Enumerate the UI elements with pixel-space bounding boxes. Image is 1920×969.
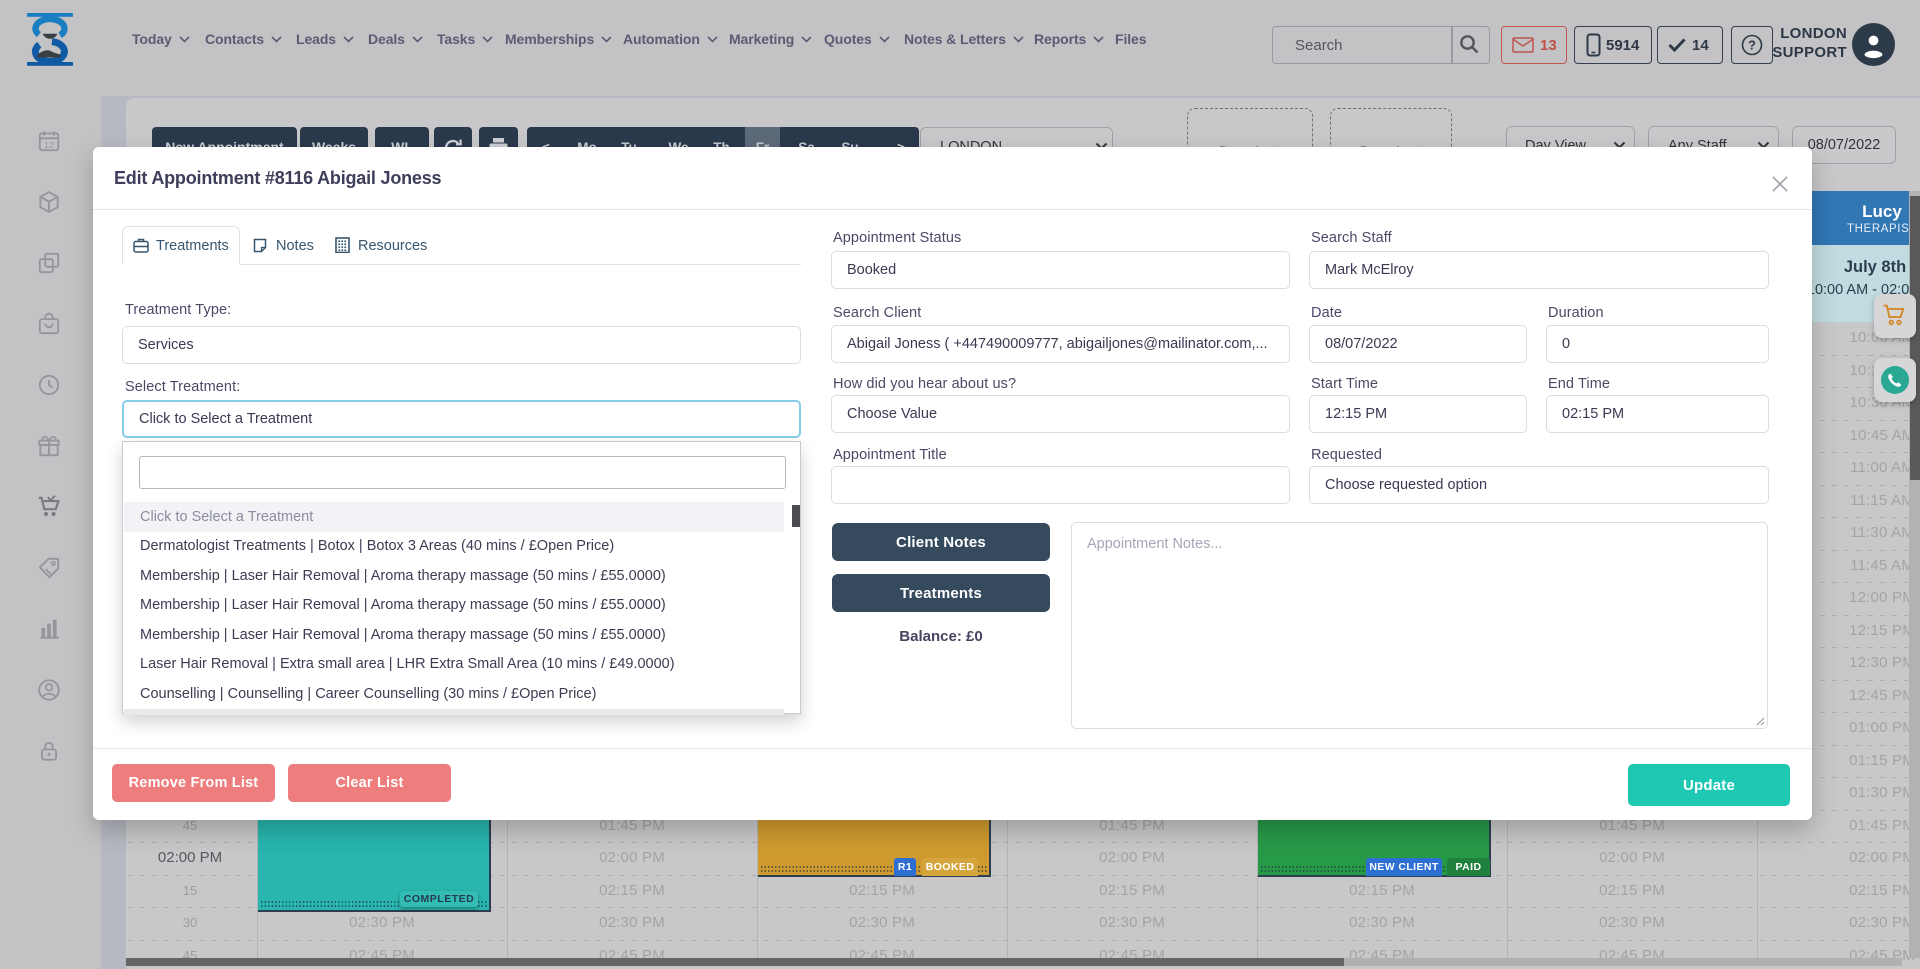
svg-text:12: 12 [44, 140, 54, 150]
